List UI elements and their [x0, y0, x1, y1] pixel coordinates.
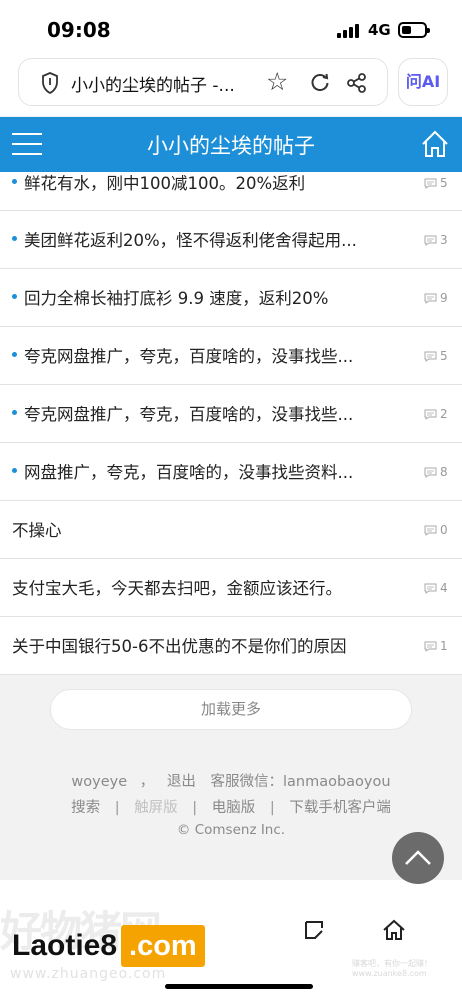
reply-count-value: 5 — [440, 176, 448, 190]
home-icon[interactable] — [382, 918, 406, 942]
comment-icon — [424, 409, 437, 420]
new-dot-icon — [12, 352, 17, 357]
separator: | — [114, 800, 120, 816]
reply-count-value: 1 — [440, 639, 448, 653]
post-row[interactable]: 支付宝大毛，今天都去扫吧，金额应该还行。 4 — [0, 559, 462, 617]
signal-icon — [337, 24, 361, 38]
home-indicator — [165, 984, 313, 989]
new-dot-icon — [12, 294, 17, 299]
comment-icon — [424, 351, 437, 362]
site-logo: Laotie8 .com — [12, 924, 205, 968]
watermark-url: www.zhuangeo.com — [10, 966, 167, 982]
reply-count-value: 5 — [440, 349, 448, 363]
edit-icon[interactable] — [302, 918, 326, 942]
status-bar: 09:08 4G — [0, 0, 462, 58]
forum-header: 小小的尘埃的帖子 — [0, 117, 462, 172]
reply-count: 9 — [424, 291, 448, 305]
comment-icon — [424, 178, 437, 189]
reply-count: 4 — [424, 581, 448, 595]
reply-count: 8 — [424, 465, 448, 479]
logo-left: Laotie8 — [12, 929, 118, 962]
reply-count: 2 — [424, 407, 448, 421]
new-dot-icon — [12, 179, 17, 184]
comment-icon — [424, 293, 437, 304]
comment-icon — [424, 525, 437, 536]
desktop-version-link[interactable]: 电脑版 — [212, 800, 256, 816]
ask-ai-button[interactable]: 问AI — [398, 58, 448, 106]
comment-icon — [424, 583, 437, 594]
battery-icon — [398, 22, 430, 38]
network-type: 4G — [368, 21, 391, 39]
post-title[interactable]: 夸克网盘推广，夸克，百度啥的，没事找些... — [24, 343, 406, 367]
footer-links: 搜索 | 触屏版 | 电脑版 | 下载手机客户端 — [0, 796, 462, 817]
separator: | — [192, 800, 198, 816]
comment-icon — [424, 467, 437, 478]
post-title[interactable]: 关于中国银行50-6不出优惠的不是你们的原因 — [12, 633, 404, 657]
post-title[interactable]: 鲜花有水，刚中100减100。20%返利 — [24, 170, 406, 194]
comment-icon — [424, 235, 437, 246]
post-row[interactable]: 网盘推广，夸克，百度啥的，没事找些资料... 8 — [0, 443, 462, 501]
reply-count-value: 4 — [440, 581, 448, 595]
post-title[interactable]: 回力全棉长袖打底衫 9.9 速度，返利20% — [24, 285, 406, 309]
reply-count-value: 9 — [440, 291, 448, 305]
username-link[interactable]: woyeye — [71, 774, 127, 790]
touch-version-link[interactable]: 触屏版 — [134, 800, 178, 816]
comment-icon — [424, 641, 437, 652]
post-row[interactable]: 夸克网盘推广，夸克，百度啥的，没事找些... 2 — [0, 385, 462, 443]
copyright: © Comsenz Inc. — [176, 822, 286, 838]
post-row[interactable]: 夸克网盘推广，夸克，百度啥的，没事找些... 5 — [0, 327, 462, 385]
reply-count: 5 — [424, 176, 448, 190]
load-more-button[interactable]: 加载更多 — [50, 689, 412, 730]
service-contact: 客服微信：lanmaobaoyou — [210, 774, 391, 790]
new-dot-icon — [12, 468, 17, 473]
download-app-link[interactable]: 下载手机客户端 — [289, 800, 391, 816]
post-row[interactable]: 不操心 0 — [0, 501, 462, 559]
reply-count-value: 2 — [440, 407, 448, 421]
reply-count: 1 — [424, 639, 448, 653]
url-text[interactable]: 小小的尘埃的帖子 -... — [71, 71, 267, 96]
shield-icon[interactable] — [41, 72, 59, 94]
post-title[interactable]: 网盘推广，夸克，百度啥的，没事找些资料... — [24, 459, 406, 483]
chevron-up-icon — [405, 850, 431, 865]
logo-right: .com — [121, 925, 205, 967]
reply-count: 5 — [424, 349, 448, 363]
reply-count: 0 — [424, 523, 448, 537]
back-to-top-button[interactable] — [392, 832, 444, 884]
reply-count-value: 8 — [440, 465, 448, 479]
new-dot-icon — [12, 410, 17, 415]
post-title[interactable]: 不操心 — [12, 517, 404, 541]
search-link[interactable]: 搜索 — [71, 800, 100, 816]
share-icon[interactable] — [346, 72, 368, 94]
post-title[interactable]: 夸克网盘推广，夸克，百度啥的，没事找些... — [24, 401, 406, 425]
logout-link[interactable]: 退出 — [167, 774, 196, 790]
status-time: 09:08 — [47, 18, 111, 42]
watermark-right: 赚客吧，有你一起赚！ www.zuanke8.com — [352, 959, 432, 978]
post-row[interactable]: 关于中国银行50-6不出优惠的不是你们的原因 1 — [0, 617, 462, 675]
browser-toolbar: 小小的尘埃的帖子 -... ☆ 问AI — [0, 58, 462, 116]
post-row[interactable]: 鲜花有水，刚中100减100。20%返利 5 — [0, 172, 462, 211]
post-title[interactable]: 美团鲜花返利20%，怪不得返利佬舍得起用... — [24, 227, 406, 251]
reply-count: 3 — [424, 233, 448, 247]
reply-count-value: 0 — [440, 523, 448, 537]
star-icon[interactable]: ☆ — [266, 68, 288, 96]
reload-icon[interactable] — [310, 72, 330, 92]
post-row[interactable]: 美团鲜花返利20%，怪不得返利佬舍得起用... 3 — [0, 211, 462, 269]
separator: | — [269, 800, 275, 816]
footer-comma: ， — [139, 774, 155, 790]
home-icon[interactable] — [420, 129, 450, 159]
post-list: 鲜花有水，刚中100减100。20%返利 5 美团鲜花返利20%，怪不得返利佬舍得起… — [0, 172, 462, 675]
footer-user-line: woyeye ， 退出 客服微信：lanmaobaoyou — [0, 770, 462, 791]
post-title[interactable]: 支付宝大毛，今天都去扫吧，金额应该还行。 — [12, 575, 404, 599]
address-bar[interactable]: 小小的尘埃的帖子 -... ☆ — [18, 58, 388, 106]
reply-count-value: 3 — [440, 233, 448, 247]
post-row[interactable]: 回力全棉长袖打底衫 9.9 速度，返利20% 9 — [0, 269, 462, 327]
page-title: 小小的尘埃的帖子 — [147, 134, 315, 158]
new-dot-icon — [12, 236, 17, 241]
